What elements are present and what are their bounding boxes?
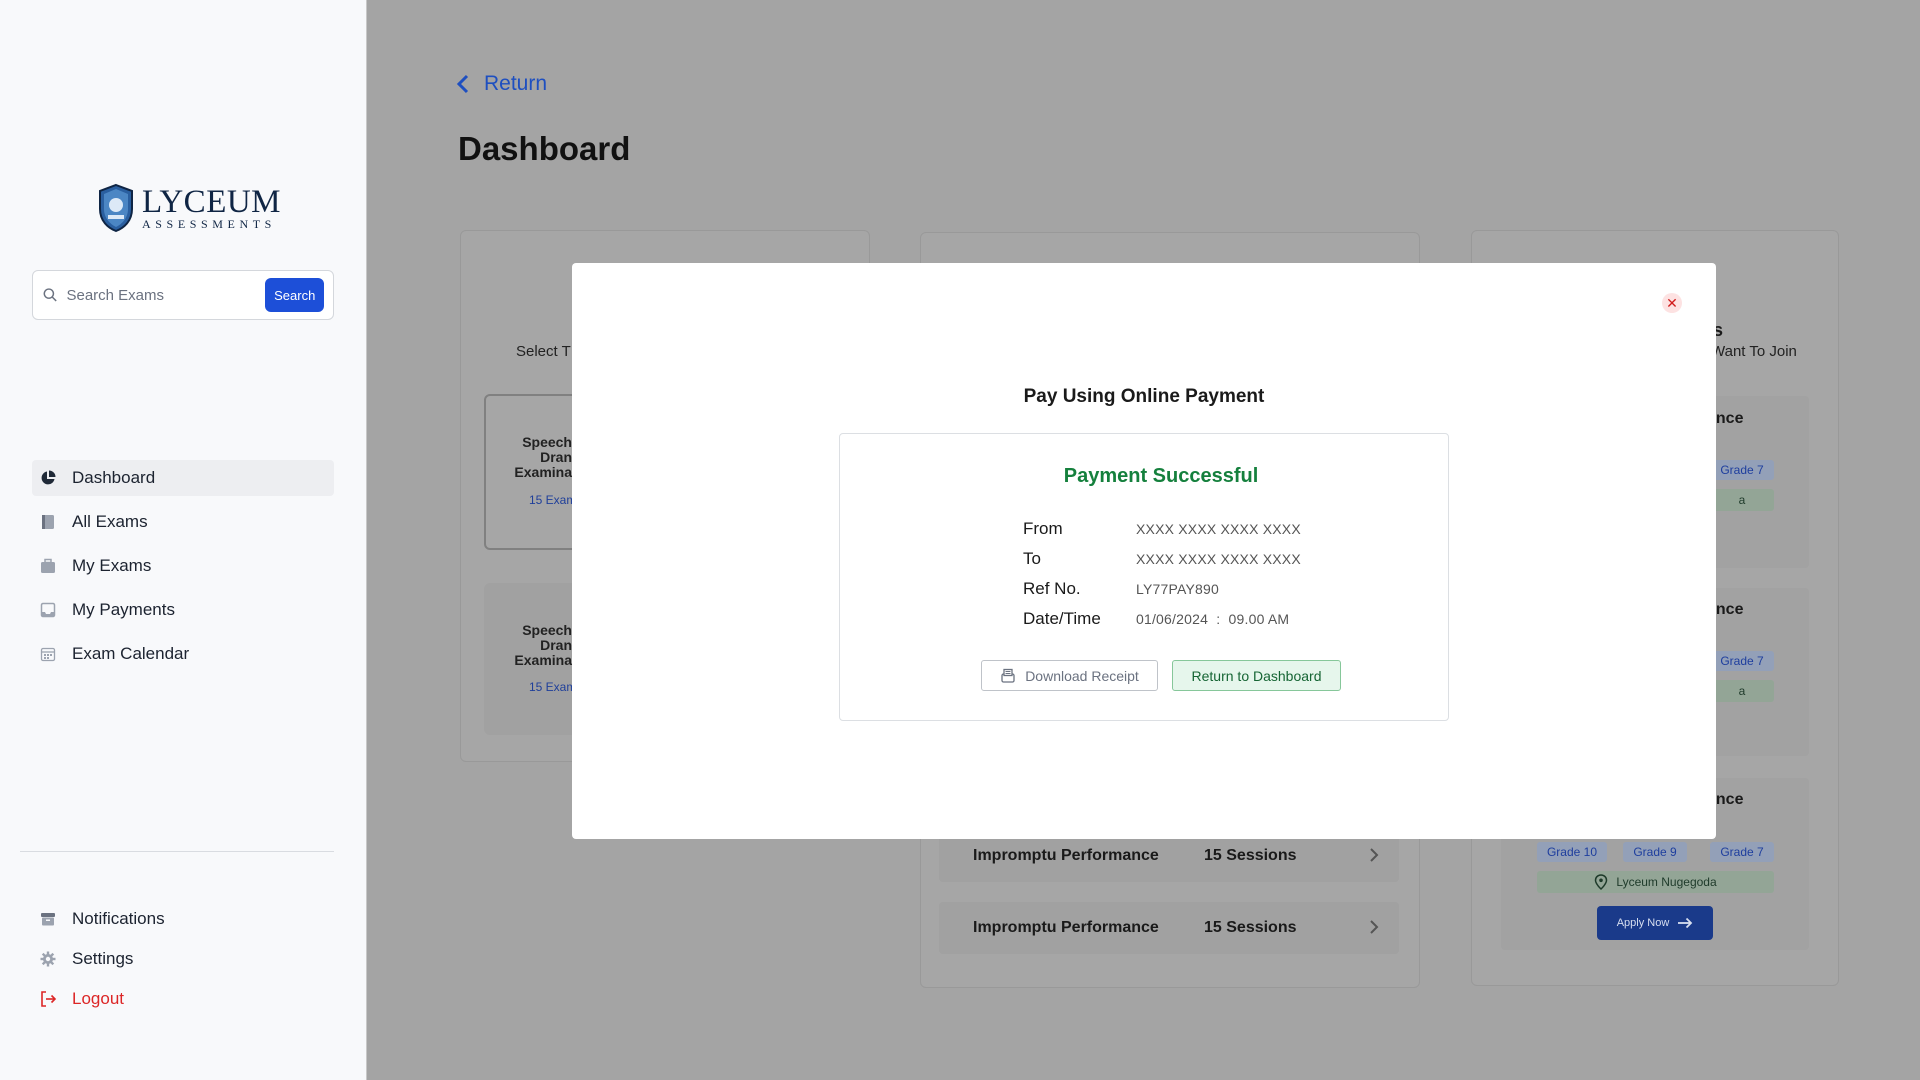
- sidebar-item-label: My Exams: [72, 556, 152, 575]
- exam-option-title: Speech Dran Examina: [514, 434, 572, 480]
- return-label: Return: [484, 72, 548, 95]
- apply-now-label: Apply Now: [1616, 917, 1670, 929]
- download-receipt-button[interactable]: Download Receipt: [981, 660, 1158, 691]
- exam-option-count: 15 Exam: [529, 680, 577, 694]
- modal-title: Pay Using Online Payment: [1023, 386, 1265, 407]
- detail-value: XXXX XXXX XXXX XXXX: [1136, 521, 1301, 537]
- location-chip: Lyceum Nugegoda: [1537, 871, 1774, 893]
- location-chip: a: [1710, 680, 1774, 702]
- session-name: Impromptu Performance: [973, 919, 1159, 936]
- detail-label: Date/Time: [1023, 609, 1101, 628]
- sidebar-item-label: Settings: [72, 949, 134, 968]
- sidebar-item-exam-calendar[interactable]: Exam Calendar: [32, 636, 334, 672]
- sidebar-item-dashboard[interactable]: Dashboard: [32, 460, 334, 496]
- card-subtitle: Want To Join: [1711, 343, 1797, 360]
- sidebar-item-notifications[interactable]: Notifications: [32, 901, 334, 937]
- detail-row-from: From XXXX XXXX XXXX XXXX: [1023, 518, 1301, 540]
- payment-status: Payment Successful: [1063, 465, 1259, 487]
- search-button[interactable]: Search: [265, 278, 324, 312]
- sidebar-divider: [20, 851, 334, 852]
- grade-chip: Grade 9: [1623, 842, 1687, 862]
- pie-chart-icon: [39, 469, 57, 487]
- receipt-icon: [1001, 668, 1015, 683]
- chevron-left-icon: [456, 74, 469, 94]
- session-row[interactable]: Impromptu Performance 15 Sessions: [939, 902, 1399, 954]
- sidebar-item-my-exams[interactable]: My Exams: [32, 548, 334, 584]
- shield-logo-icon: [99, 183, 133, 233]
- search-icon: [43, 288, 57, 302]
- location-pin-icon: [1595, 874, 1608, 890]
- chevron-right-icon: [1370, 920, 1379, 934]
- sidebar-item-label: My Payments: [72, 600, 175, 619]
- calendar-icon: [39, 645, 57, 663]
- sidebar-item-logout[interactable]: Logout: [32, 981, 334, 1017]
- grade-chip: Grade 10: [1537, 842, 1607, 862]
- apply-now-button[interactable]: Apply Now: [1597, 906, 1713, 940]
- detail-label: From: [1023, 519, 1063, 538]
- book-icon: [39, 513, 57, 531]
- location-label: Lyceum Nugegoda: [1616, 875, 1717, 889]
- brand-logo[interactable]: LYCEUM ASSESSMENTS: [96, 183, 281, 233]
- chevron-right-icon: [1370, 848, 1379, 862]
- arrow-right-icon: [1678, 917, 1693, 929]
- logout-icon: [39, 990, 57, 1008]
- sidebar-item-label: Exam Calendar: [72, 644, 190, 663]
- sidebar-item-settings[interactable]: Settings: [32, 941, 334, 977]
- sidebar-nav: Dashboard All Exams My Exams My Payments…: [32, 460, 334, 680]
- detail-value: 01/06/2024 : 09.00 AM: [1136, 611, 1290, 627]
- sidebar-item-label: Logout: [72, 989, 124, 1008]
- detail-label: Ref No.: [1023, 579, 1081, 598]
- sidebar-item-label: Notifications: [72, 909, 165, 928]
- sidebar: LYCEUM ASSESSMENTS Search Dashboard All …: [0, 0, 367, 1080]
- inbox-icon: [39, 601, 57, 619]
- grade-chip: Grade 7: [1710, 460, 1774, 480]
- download-receipt-label: Download Receipt: [1025, 667, 1139, 684]
- gear-icon: [39, 950, 57, 968]
- brand-tagline: ASSESSMENTS: [142, 217, 276, 231]
- detail-value: LY77PAY890: [1136, 581, 1219, 597]
- detail-value: XXXX XXXX XXXX XXXX: [1136, 551, 1301, 567]
- session-count: 15 Sessions: [1204, 919, 1297, 936]
- session-name: Impromptu Performance: [973, 847, 1159, 864]
- exam-option-title: Speech Dran Examina: [514, 622, 572, 668]
- detail-row-ref: Ref No. LY77PAY890: [1023, 578, 1219, 600]
- grade-chip: Grade 7: [1710, 651, 1774, 671]
- detail-label: To: [1023, 549, 1041, 568]
- sidebar-item-all-exams[interactable]: All Exams: [32, 504, 334, 540]
- detail-row-to: To XXXX XXXX XXXX XXXX: [1023, 548, 1301, 570]
- card-subtitle: Select T: [516, 343, 571, 360]
- grade-chip: Grade 7: [1710, 842, 1774, 862]
- sidebar-bottom-nav: Notifications Settings Logout: [32, 901, 334, 1021]
- search-bar: Search: [32, 270, 334, 320]
- sidebar-item-my-payments[interactable]: My Payments: [32, 592, 334, 628]
- exam-option-count: 15 Exam: [529, 493, 577, 507]
- close-icon: ✕: [1666, 295, 1678, 311]
- briefcase-icon: [39, 557, 57, 575]
- sidebar-item-label: All Exams: [72, 512, 148, 531]
- archive-icon: [39, 910, 57, 928]
- detail-row-datetime: Date/Time 01/06/2024 : 09.00 AM: [1023, 608, 1289, 630]
- close-button[interactable]: ✕: [1662, 293, 1682, 313]
- page-title: Dashboard: [458, 130, 631, 167]
- search-input[interactable]: [66, 286, 266, 304]
- sidebar-item-label: Dashboard: [72, 468, 156, 487]
- return-to-dashboard-button[interactable]: Return to Dashboard: [1172, 660, 1341, 691]
- session-count: 15 Sessions: [1204, 847, 1297, 864]
- brand-name: LYCEUM: [142, 184, 282, 220]
- return-link[interactable]: Return: [456, 72, 547, 96]
- location-chip: a: [1710, 489, 1774, 511]
